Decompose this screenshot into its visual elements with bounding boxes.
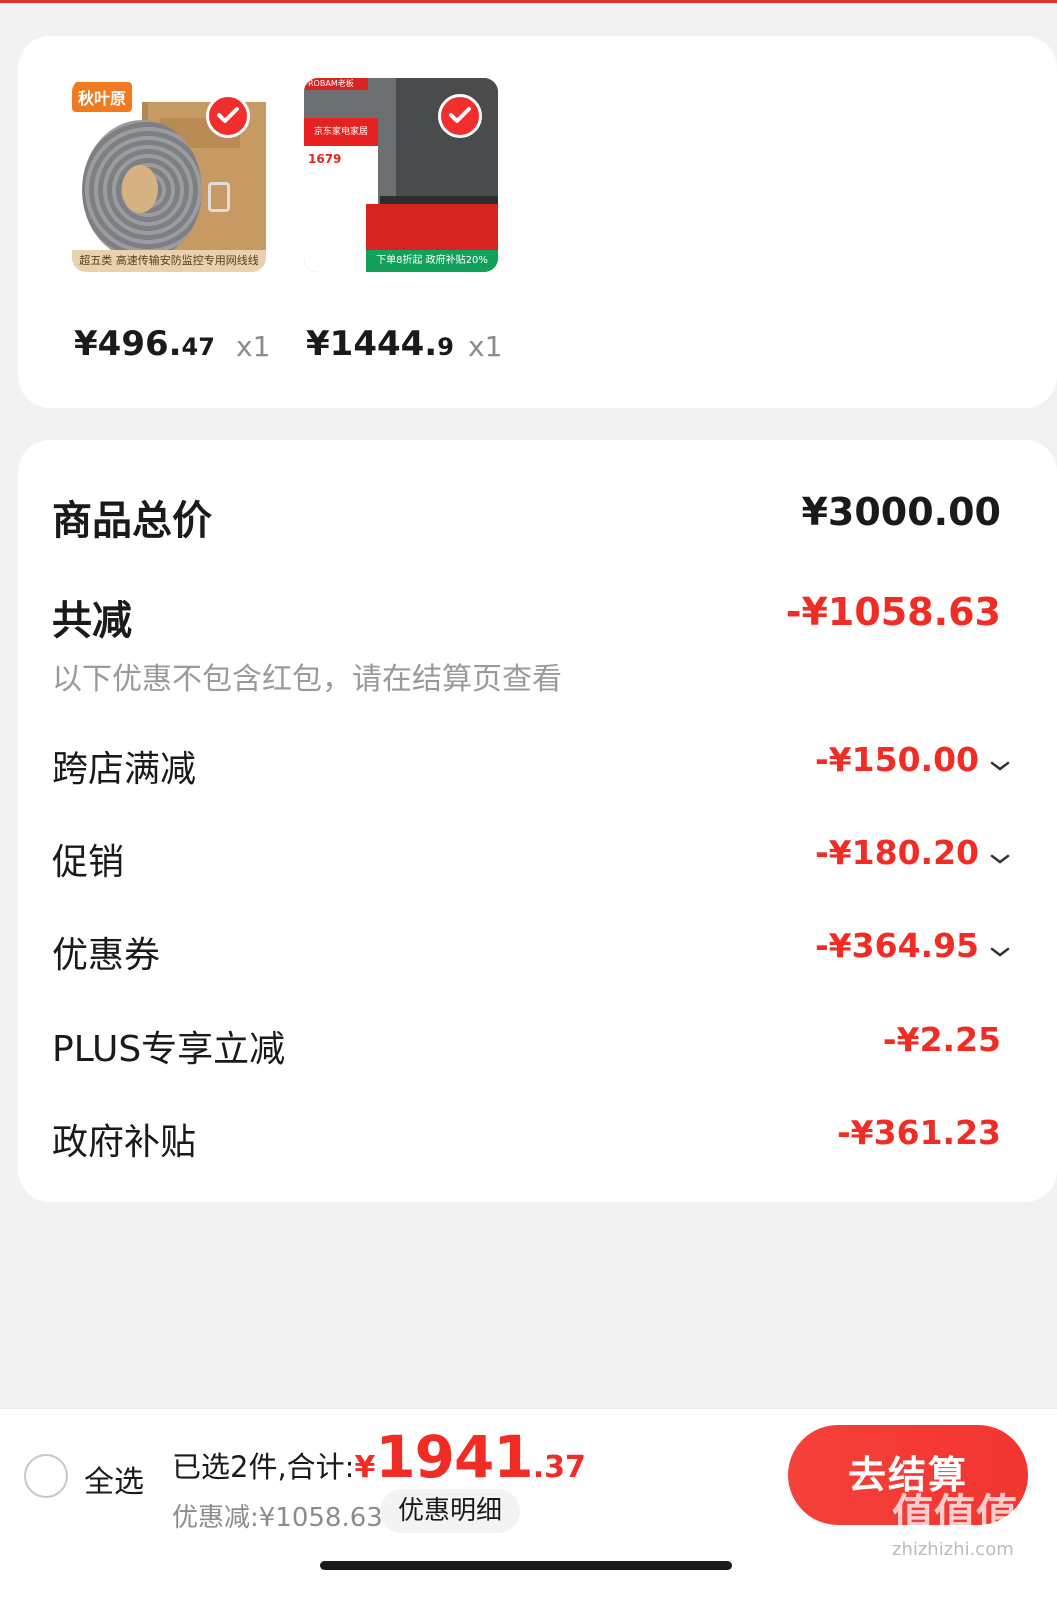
chevron-down-icon[interactable] — [989, 742, 1011, 781]
product-thumbnail-range-hood[interactable]: ROBAM老板 京东家电家居 1679 下单8折起 政府补贴20% — [304, 78, 498, 272]
discount-value: -¥180.20 — [814, 833, 979, 872]
checkout-bar: 全选 已选2件,合计:¥1941.37 优惠减:¥1058.63 优惠明细 去结… — [0, 1408, 1057, 1598]
discount-note: 以下优惠不包含红包，请在结算页查看 — [52, 662, 562, 697]
price-summary-card: 商品总价 ¥3000.00 共减 -¥1058.63 以下优惠不包含红包，请在结… — [18, 440, 1057, 1202]
selected-check-icon[interactable] — [206, 94, 250, 138]
promo-price: 1679 — [308, 152, 342, 166]
product-quantity: x1 — [236, 330, 271, 363]
watermark-url: zhizhizhi.com — [892, 1539, 1014, 1560]
selected-total: 已选2件,合计:¥1941.37 — [172, 1423, 586, 1491]
select-all-label[interactable]: 全选 — [84, 1457, 144, 1501]
discount-label: PLUS专享立减 — [52, 1029, 286, 1070]
discount-value: -¥150.00 — [814, 740, 979, 779]
chevron-down-icon[interactable] — [989, 928, 1011, 967]
selected-products-card: 秋叶原 超五类 高速传输安防监控专用网线线 ROBAM老板 京东家电家居 167… — [18, 36, 1057, 408]
discount-value: -¥364.95 — [814, 926, 979, 965]
watermark-logo: 值值值 — [892, 1490, 1019, 1539]
product-price: ¥1444.9 — [306, 324, 454, 364]
discount-value: -¥361.23 — [836, 1113, 1001, 1152]
total-reduction-value: -¥1058.63 — [785, 590, 1001, 634]
promo-banner: 下单8折起 政府补贴20% — [366, 204, 498, 272]
product-thumbnail-cable[interactable]: 秋叶原 超五类 高速传输安防监控专用网线线 — [72, 78, 266, 272]
total-reduction-label: 共减 — [52, 598, 132, 644]
discount-value: -¥2.25 — [882, 1020, 1001, 1059]
total-price-value: ¥3000.00 — [801, 490, 1001, 534]
brand-tag: ROBAM老板 — [304, 78, 368, 90]
product-price: ¥496.47 — [74, 324, 215, 364]
brand-tag: 秋叶原 — [72, 82, 133, 112]
top-accent-bar — [0, 0, 1057, 3]
total-price-label: 商品总价 — [52, 498, 212, 544]
chevron-down-icon[interactable] — [989, 835, 1011, 874]
discount-label: 优惠券 — [52, 935, 161, 976]
selected-check-icon[interactable] — [438, 94, 482, 138]
product-caption: 超五类 高速传输安防监控专用网线线 — [72, 250, 266, 272]
discount-label: 促销 — [52, 842, 125, 883]
promo-banner-text: 下单8折起 政府补贴20% — [366, 250, 498, 272]
cable-coil-illustration — [82, 120, 202, 260]
home-indicator — [320, 1561, 732, 1570]
discount-label: 政府补贴 — [52, 1122, 197, 1163]
total-amount: 1941 — [375, 1423, 533, 1491]
product-quantity: x1 — [468, 330, 503, 363]
selected-count-label: 已选2件,合计: — [172, 1450, 355, 1484]
select-all-radio[interactable] — [24, 1454, 68, 1498]
discount-summary: 优惠减:¥1058.63 — [172, 1503, 383, 1533]
discount-label: 跨店满减 — [52, 749, 197, 790]
range-hood-illustration — [396, 78, 498, 198]
discount-detail-button[interactable]: 优惠明细 — [380, 1489, 521, 1533]
